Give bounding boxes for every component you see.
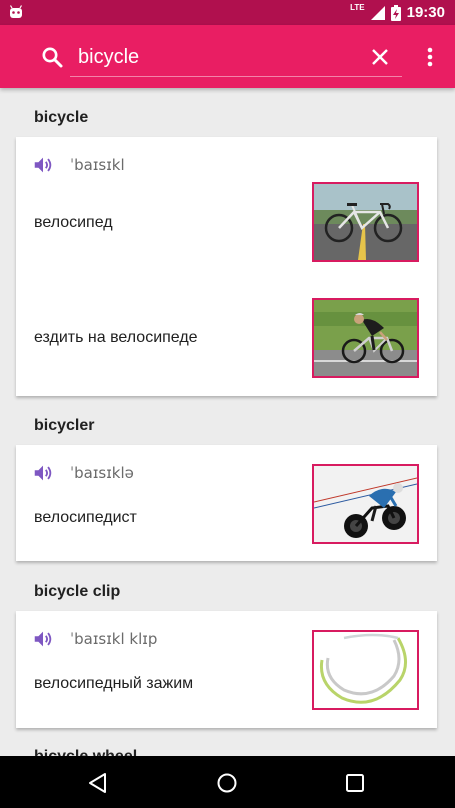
- clock: 19:30: [406, 4, 445, 21]
- search-input[interactable]: bicycle: [70, 41, 402, 77]
- network-type-label: LTE: [350, 3, 365, 12]
- track-cyclist-image[interactable]: [312, 464, 419, 544]
- search-input-value[interactable]: bicycle: [78, 46, 139, 69]
- speaker-icon[interactable]: [32, 462, 54, 484]
- search-icon[interactable]: [40, 45, 64, 69]
- pronunciation: ˈbaɪsɪklə: [70, 464, 134, 482]
- headword-bicycle-wheel[interactable]: bicycle wheel: [34, 748, 137, 756]
- headword-bicycler[interactable]: bicycler: [34, 417, 94, 435]
- speaker-icon[interactable]: [32, 154, 54, 176]
- cyclist-riding-image[interactable]: [312, 298, 419, 378]
- road-bicycle-image[interactable]: [312, 182, 419, 262]
- signal-icon: [370, 5, 385, 20]
- bicycle-clips-image[interactable]: [312, 630, 419, 710]
- back-icon[interactable]: [87, 772, 109, 794]
- headword-bicycle[interactable]: bicycle: [34, 109, 88, 127]
- pronunciation: ˈbaɪsɪkl klɪp: [70, 630, 158, 648]
- results-list[interactable]: bicycle ˈbaɪsɪkl велосипед ездить на вел…: [0, 88, 455, 756]
- recents-icon[interactable]: [345, 773, 365, 793]
- result-card-bicycle: ˈbaɪsɪkl велосипед ездить на велосипеде: [16, 137, 437, 396]
- clear-icon[interactable]: [368, 45, 392, 69]
- pronunciation: ˈbaɪsɪkl: [70, 156, 125, 174]
- battery-charging-icon: [390, 4, 401, 21]
- android-icon: [9, 5, 23, 18]
- status-bar: LTE 19:30: [0, 0, 455, 25]
- headword-bicycle-clip[interactable]: bicycle clip: [34, 583, 120, 601]
- translation[interactable]: велосипедный зажим: [34, 675, 193, 693]
- translation[interactable]: ездить на велосипеде: [34, 329, 198, 347]
- more-vert-icon[interactable]: [420, 45, 440, 69]
- search-toolbar: bicycle: [0, 25, 455, 88]
- translation[interactable]: велосипед: [34, 214, 113, 232]
- navigation-bar: [0, 756, 455, 808]
- home-icon[interactable]: [216, 772, 238, 794]
- speaker-icon[interactable]: [32, 628, 54, 650]
- result-card-bicycler: ˈbaɪsɪklə велосипедист: [16, 445, 437, 561]
- translation[interactable]: велосипедист: [34, 509, 137, 527]
- result-card-bicycle-clip: ˈbaɪsɪkl klɪp велосипедный зажим: [16, 611, 437, 728]
